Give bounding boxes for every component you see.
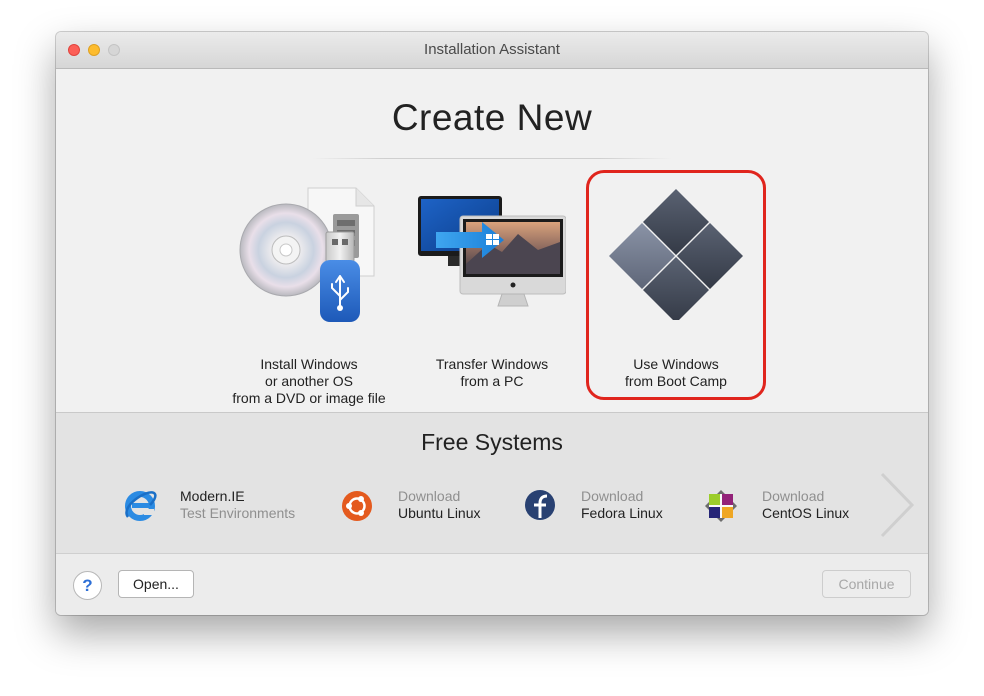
option-label-line: from Boot Camp — [625, 373, 727, 389]
chevron-right-icon[interactable] — [878, 470, 918, 540]
ubuntu-icon — [342, 491, 372, 521]
centos-line2: CentOS Linux — [762, 505, 850, 521]
open-button[interactable]: Open... — [118, 570, 194, 598]
modern-ie-line1: Modern.IE — [180, 488, 245, 504]
pc-to-mac-icon — [418, 196, 566, 307]
ubuntu-line2: Ubuntu Linux — [398, 505, 481, 521]
internet-explorer-icon — [125, 491, 157, 521]
boot-camp-icon — [609, 189, 743, 320]
title-divider — [312, 158, 672, 159]
fedora-line1: Download — [581, 488, 644, 504]
help-button[interactable]: ? — [73, 571, 102, 600]
fedora-icon — [525, 490, 555, 520]
ubuntu-line1: Download — [398, 488, 461, 504]
option-label-line: Transfer Windows — [435, 356, 549, 372]
option-label-line: Use Windows — [633, 356, 719, 372]
window-title: Installation Assistant — [424, 41, 560, 58]
ubuntu-item[interactable]: Download Ubuntu Linux — [340, 487, 500, 527]
title-bar: Installation Assistant — [56, 32, 928, 69]
centos-icon — [705, 490, 737, 522]
fedora-item[interactable]: Download Fedora Linux — [523, 487, 683, 527]
create-new-title: Create New — [391, 97, 593, 138]
option-label-line: from a PC — [460, 373, 524, 389]
modern-ie-line2: Test Environments — [180, 505, 296, 521]
free-systems-title: Free Systems — [421, 429, 563, 455]
boot-camp-option[interactable]: Use Windows from Boot Camp — [596, 182, 756, 392]
option-label-line: from a DVD or image file — [232, 390, 386, 406]
dvd-usb-icon — [239, 187, 375, 322]
installation-assistant-window: Installation Assistant Create New Instal… — [56, 32, 928, 615]
centos-item[interactable]: Download CentOS Linux — [704, 487, 864, 527]
install-windows-option[interactable]: Install Windows or another OS from a DVD… — [224, 182, 394, 406]
centos-line1: Download — [762, 488, 825, 504]
continue-button[interactable]: Continue — [822, 570, 911, 598]
option-label-line: Install Windows — [260, 356, 358, 372]
modern-ie-item[interactable]: Modern.IE Test Environments — [122, 487, 312, 527]
option-label-line: or another OS — [265, 373, 353, 389]
transfer-windows-option[interactable]: Transfer Windows from a PC — [412, 182, 572, 402]
fedora-line2: Fedora Linux — [581, 505, 663, 521]
